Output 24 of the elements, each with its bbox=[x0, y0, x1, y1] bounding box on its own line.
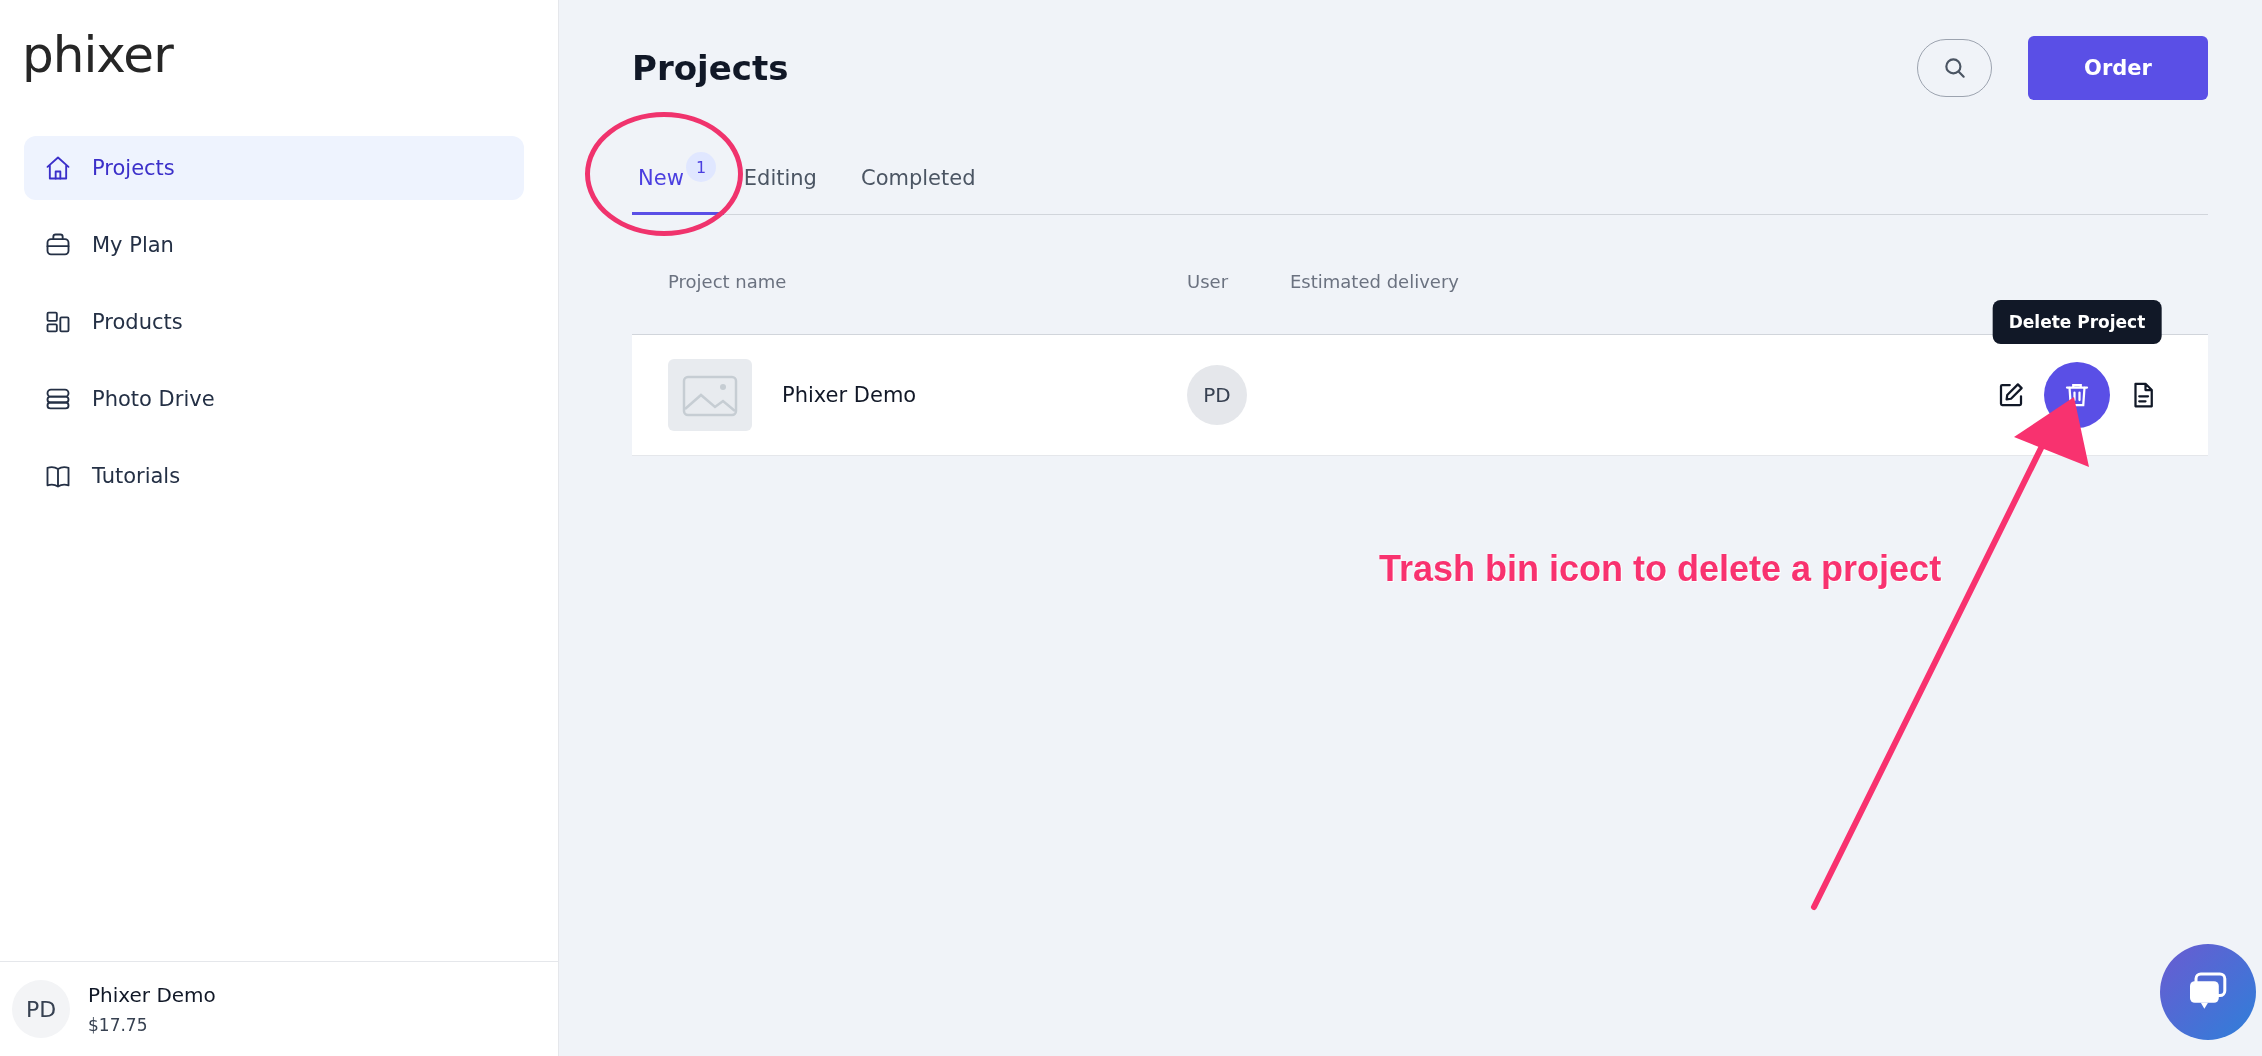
sidebar-item[interactable]: My Plan bbox=[24, 213, 524, 277]
sidebar-item[interactable]: Photo Drive bbox=[24, 367, 524, 431]
count-badge: 1 bbox=[686, 152, 716, 182]
sidebar-item[interactable]: Products bbox=[24, 290, 524, 354]
user-avatar: PD bbox=[12, 980, 70, 1038]
tab[interactable]: New 1 bbox=[632, 144, 724, 215]
tooltip: Delete Project bbox=[1992, 299, 2162, 344]
image-placeholder-icon bbox=[668, 358, 752, 431]
sidebar-item[interactable]: Tutorials bbox=[24, 444, 524, 508]
tab[interactable]: Completed bbox=[854, 144, 1010, 215]
user-avatar: PD bbox=[1187, 364, 1247, 425]
sidebar-item[interactable]: Projects bbox=[24, 136, 524, 200]
page-title: Projects bbox=[632, 48, 790, 88]
logo: phixer bbox=[21, 25, 175, 86]
project-name: Phixer Demo bbox=[782, 382, 917, 407]
tab[interactable]: Editing bbox=[737, 144, 851, 215]
column-header: Estimated delivery bbox=[1290, 270, 1460, 292]
home-icon bbox=[44, 154, 72, 182]
account-balance: $17.75 bbox=[88, 1015, 149, 1035]
account-name: Phixer Demo bbox=[88, 983, 216, 1007]
annotation-text: Trash bin icon to delete a project bbox=[1379, 548, 1942, 590]
column-header: User bbox=[1187, 270, 1230, 292]
order-button[interactable]: Order bbox=[2028, 36, 2208, 100]
column-header: Project name bbox=[667, 270, 788, 292]
